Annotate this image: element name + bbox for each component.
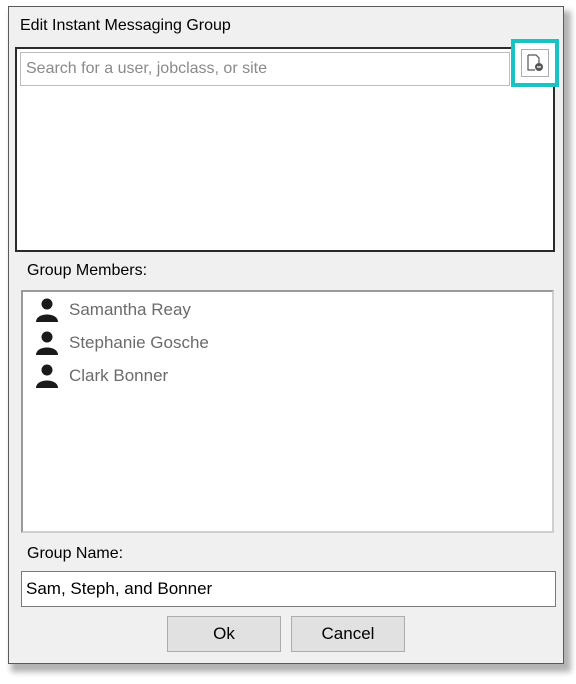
- cancel-button[interactable]: Cancel: [291, 616, 405, 652]
- edit-im-group-dialog: Edit Instant Messaging Group Group Membe…: [8, 6, 564, 664]
- list-item[interactable]: Clark Bonner: [33, 363, 168, 389]
- dialog-title: Edit Instant Messaging Group: [20, 17, 231, 34]
- person-icon: [36, 298, 58, 322]
- search-results-panel: [15, 39, 559, 252]
- picker-highlight-box: [511, 39, 559, 87]
- ok-button[interactable]: Ok: [167, 616, 281, 652]
- member-name: Clark Bonner: [69, 366, 169, 385]
- search-input[interactable]: [20, 52, 510, 86]
- picker-button[interactable]: [521, 49, 549, 77]
- file-picker-icon: [527, 54, 543, 71]
- member-name: Samantha Reay: [69, 300, 191, 319]
- group-name-label: Group Name:: [27, 545, 124, 562]
- group-name-input[interactable]: [21, 571, 556, 607]
- person-icon: [36, 364, 58, 388]
- group-members-list[interactable]: Samantha Reay Stephanie Gosche Clark Bon…: [21, 290, 554, 533]
- person-icon: [36, 331, 58, 355]
- member-name: Stephanie Gosche: [69, 333, 209, 352]
- list-item[interactable]: Samantha Reay: [33, 297, 191, 323]
- group-members-label: Group Members:: [27, 262, 148, 279]
- list-item[interactable]: Stephanie Gosche: [33, 330, 209, 356]
